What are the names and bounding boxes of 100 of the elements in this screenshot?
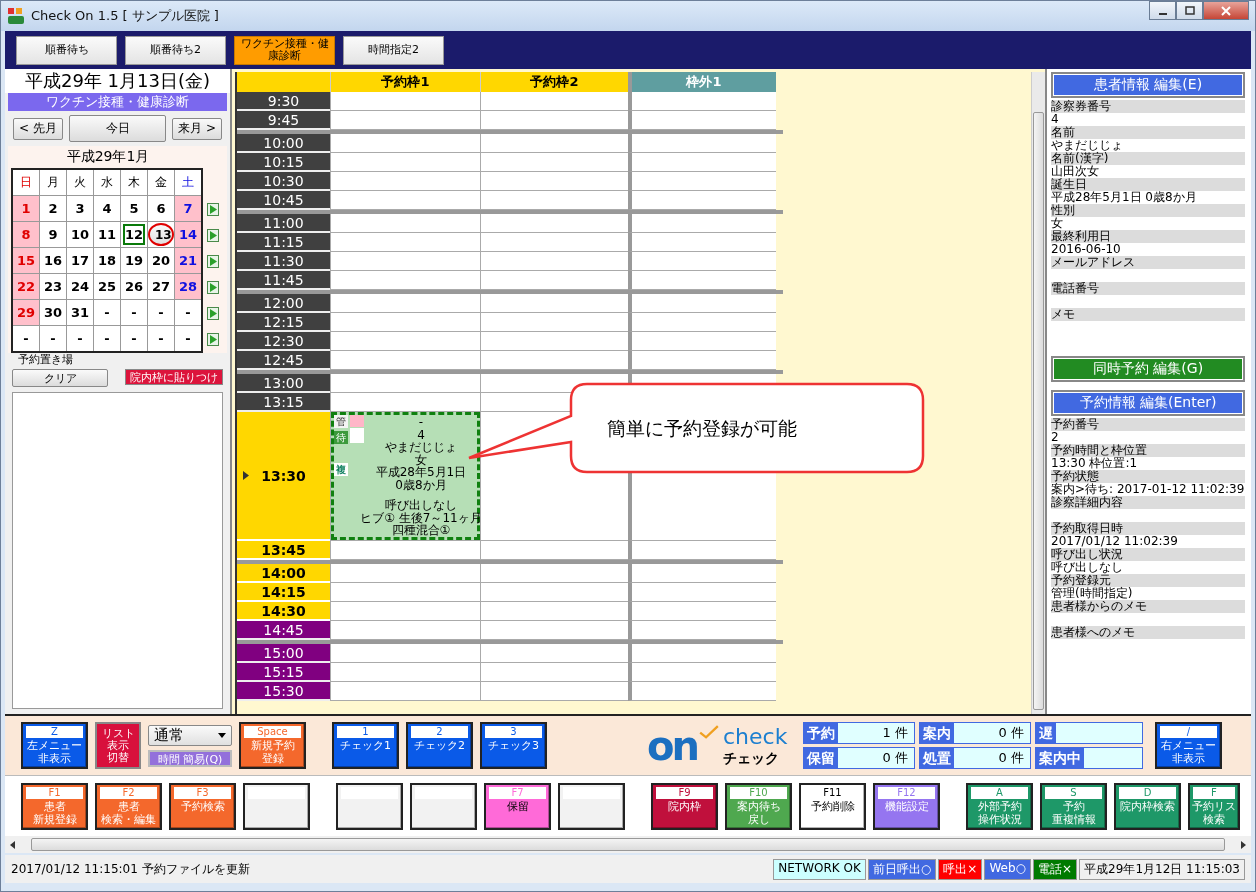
calendar-day[interactable]: 3 bbox=[67, 196, 93, 221]
slot-cell[interactable] bbox=[480, 252, 628, 271]
slot-cell[interactable] bbox=[628, 583, 776, 602]
calendar-day[interactable]: 9 bbox=[40, 222, 66, 247]
calendar-day[interactable]: 23 bbox=[40, 274, 66, 299]
scrollbar[interactable] bbox=[1031, 72, 1045, 714]
slot-cell[interactable] bbox=[330, 621, 480, 640]
calendar-day[interactable]: - bbox=[13, 326, 39, 351]
slot-cell[interactable] bbox=[628, 271, 776, 290]
slot-cell[interactable] bbox=[330, 153, 480, 172]
slot-cell[interactable] bbox=[330, 602, 480, 621]
slot-cell[interactable] bbox=[480, 134, 628, 153]
scroll-left-icon[interactable] bbox=[9, 840, 17, 849]
paste-button[interactable]: 院内枠に貼りつけ bbox=[125, 369, 223, 385]
slot-cell[interactable] bbox=[628, 564, 776, 583]
tab[interactable]: 順番待ち2 bbox=[125, 35, 226, 65]
appointment-card[interactable]: 管 待 複 - 4 やまだじじょ 女 平成28年5月1日 0歳8か月 呼び出しなし ヒブ① 生後7～11ヶ月 四種混合① bbox=[331, 412, 480, 540]
calendar-day[interactable]: 28 bbox=[175, 274, 201, 299]
calendar-day[interactable]: 25 bbox=[94, 274, 120, 299]
slot-cell[interactable] bbox=[628, 313, 776, 332]
calendar-day[interactable]: - bbox=[121, 300, 147, 325]
play-icon[interactable] bbox=[207, 332, 219, 346]
slot-cell[interactable] bbox=[480, 564, 628, 583]
slot-cell[interactable] bbox=[480, 351, 628, 370]
slot-cell[interactable] bbox=[480, 602, 628, 621]
key-button[interactable]: Z 左メニュー 非表示 bbox=[21, 722, 88, 769]
slot-cell[interactable] bbox=[330, 393, 480, 412]
slot-cell[interactable] bbox=[480, 583, 628, 602]
scrollbar-thumb[interactable] bbox=[31, 838, 1225, 851]
blank-key-button[interactable] bbox=[336, 782, 403, 830]
slot-cell[interactable] bbox=[330, 294, 480, 313]
slot-cell[interactable] bbox=[628, 233, 776, 252]
close-button[interactable] bbox=[1203, 1, 1249, 20]
slot-cell[interactable] bbox=[330, 663, 480, 682]
slot-cell[interactable] bbox=[628, 682, 776, 701]
slot-cell[interactable] bbox=[480, 214, 628, 233]
slot-cell[interactable] bbox=[330, 351, 480, 370]
slot-cell[interactable] bbox=[628, 602, 776, 621]
calendar-day[interactable]: 5 bbox=[121, 196, 147, 221]
slot-cell[interactable] bbox=[628, 621, 776, 640]
calendar-day[interactable]: 24 bbox=[67, 274, 93, 299]
key-button[interactable]: 2 チェック2 bbox=[406, 722, 473, 769]
mode-dropdown[interactable]: 通常 bbox=[148, 724, 232, 746]
slot-cell[interactable] bbox=[330, 583, 480, 602]
calendar-day[interactable]: - bbox=[94, 300, 120, 325]
slot-cell[interactable] bbox=[480, 541, 628, 560]
calendar-day[interactable]: 31 bbox=[67, 300, 93, 325]
slot-cell[interactable] bbox=[628, 153, 776, 172]
tab[interactable]: ワクチン接種・健康診断 bbox=[234, 35, 335, 65]
edit-group-button[interactable]: 同時予約 編集(G) bbox=[1051, 356, 1245, 382]
calendar-day[interactable]: 16 bbox=[40, 248, 66, 273]
minimize-button[interactable] bbox=[1149, 1, 1176, 20]
slot-cell[interactable] bbox=[330, 682, 480, 701]
slot-cell[interactable] bbox=[330, 172, 480, 191]
slot-cell[interactable] bbox=[480, 663, 628, 682]
calendar-day[interactable]: - bbox=[94, 326, 120, 351]
maximize-button[interactable] bbox=[1176, 1, 1203, 20]
slot-cell[interactable] bbox=[330, 252, 480, 271]
tab[interactable]: 時間指定2 bbox=[343, 35, 444, 65]
blank-key-button[interactable] bbox=[410, 782, 477, 830]
next-month-button[interactable]: 来月 > bbox=[172, 117, 222, 140]
slot-cell[interactable] bbox=[628, 351, 776, 370]
slot-cell[interactable] bbox=[480, 332, 628, 351]
slot-cell[interactable] bbox=[330, 332, 480, 351]
calendar-day[interactable]: 13 bbox=[148, 222, 174, 247]
slot-cell[interactable] bbox=[628, 111, 776, 130]
slot-cell[interactable] bbox=[480, 172, 628, 191]
key-button[interactable]: / 右メニュー 非表示 bbox=[1155, 722, 1222, 769]
key-button[interactable]: 3 チェック3 bbox=[480, 722, 547, 769]
calendar-day[interactable]: 14 bbox=[175, 222, 201, 247]
scrollbar-thumb[interactable] bbox=[1033, 112, 1044, 710]
calendar-day[interactable]: 20 bbox=[148, 248, 174, 273]
clear-button[interactable]: クリア bbox=[12, 369, 108, 387]
list-toggle-button[interactable]: リスト 表示 切替 bbox=[95, 722, 141, 769]
key-button[interactable]: F9 院内枠 bbox=[651, 782, 718, 830]
slot-cell[interactable] bbox=[628, 92, 776, 111]
calendar-day[interactable]: 11 bbox=[94, 222, 120, 247]
slot-cell[interactable] bbox=[330, 271, 480, 290]
play-icon[interactable] bbox=[207, 306, 219, 320]
scrollbar[interactable] bbox=[5, 836, 1251, 853]
slot-cell[interactable] bbox=[628, 644, 776, 663]
slot-cell[interactable] bbox=[330, 214, 480, 233]
calendar-day[interactable]: 2 bbox=[40, 196, 66, 221]
slot-cell[interactable] bbox=[330, 644, 480, 663]
calendar-day[interactable]: - bbox=[40, 326, 66, 351]
calendar-day[interactable]: 18 bbox=[94, 248, 120, 273]
blank-key-button[interactable] bbox=[243, 782, 310, 830]
edit-reservation-button[interactable]: 予約情報 編集(Enter) bbox=[1051, 390, 1245, 416]
slot-cell[interactable] bbox=[628, 172, 776, 191]
slot-cell[interactable] bbox=[628, 214, 776, 233]
calendar-day[interactable]: 6 bbox=[148, 196, 174, 221]
calendar-day[interactable]: - bbox=[121, 326, 147, 351]
calendar-day[interactable]: 7 bbox=[175, 196, 201, 221]
slot-cell[interactable] bbox=[628, 134, 776, 153]
key-button[interactable]: A 外部予約 操作状況 bbox=[966, 782, 1033, 830]
key-button[interactable]: S 予約 重複情報 bbox=[1040, 782, 1107, 830]
scroll-right-icon[interactable] bbox=[1239, 840, 1247, 849]
slot-cell[interactable] bbox=[480, 271, 628, 290]
slot-cell[interactable] bbox=[330, 92, 480, 111]
blank-key-button[interactable] bbox=[558, 782, 625, 830]
